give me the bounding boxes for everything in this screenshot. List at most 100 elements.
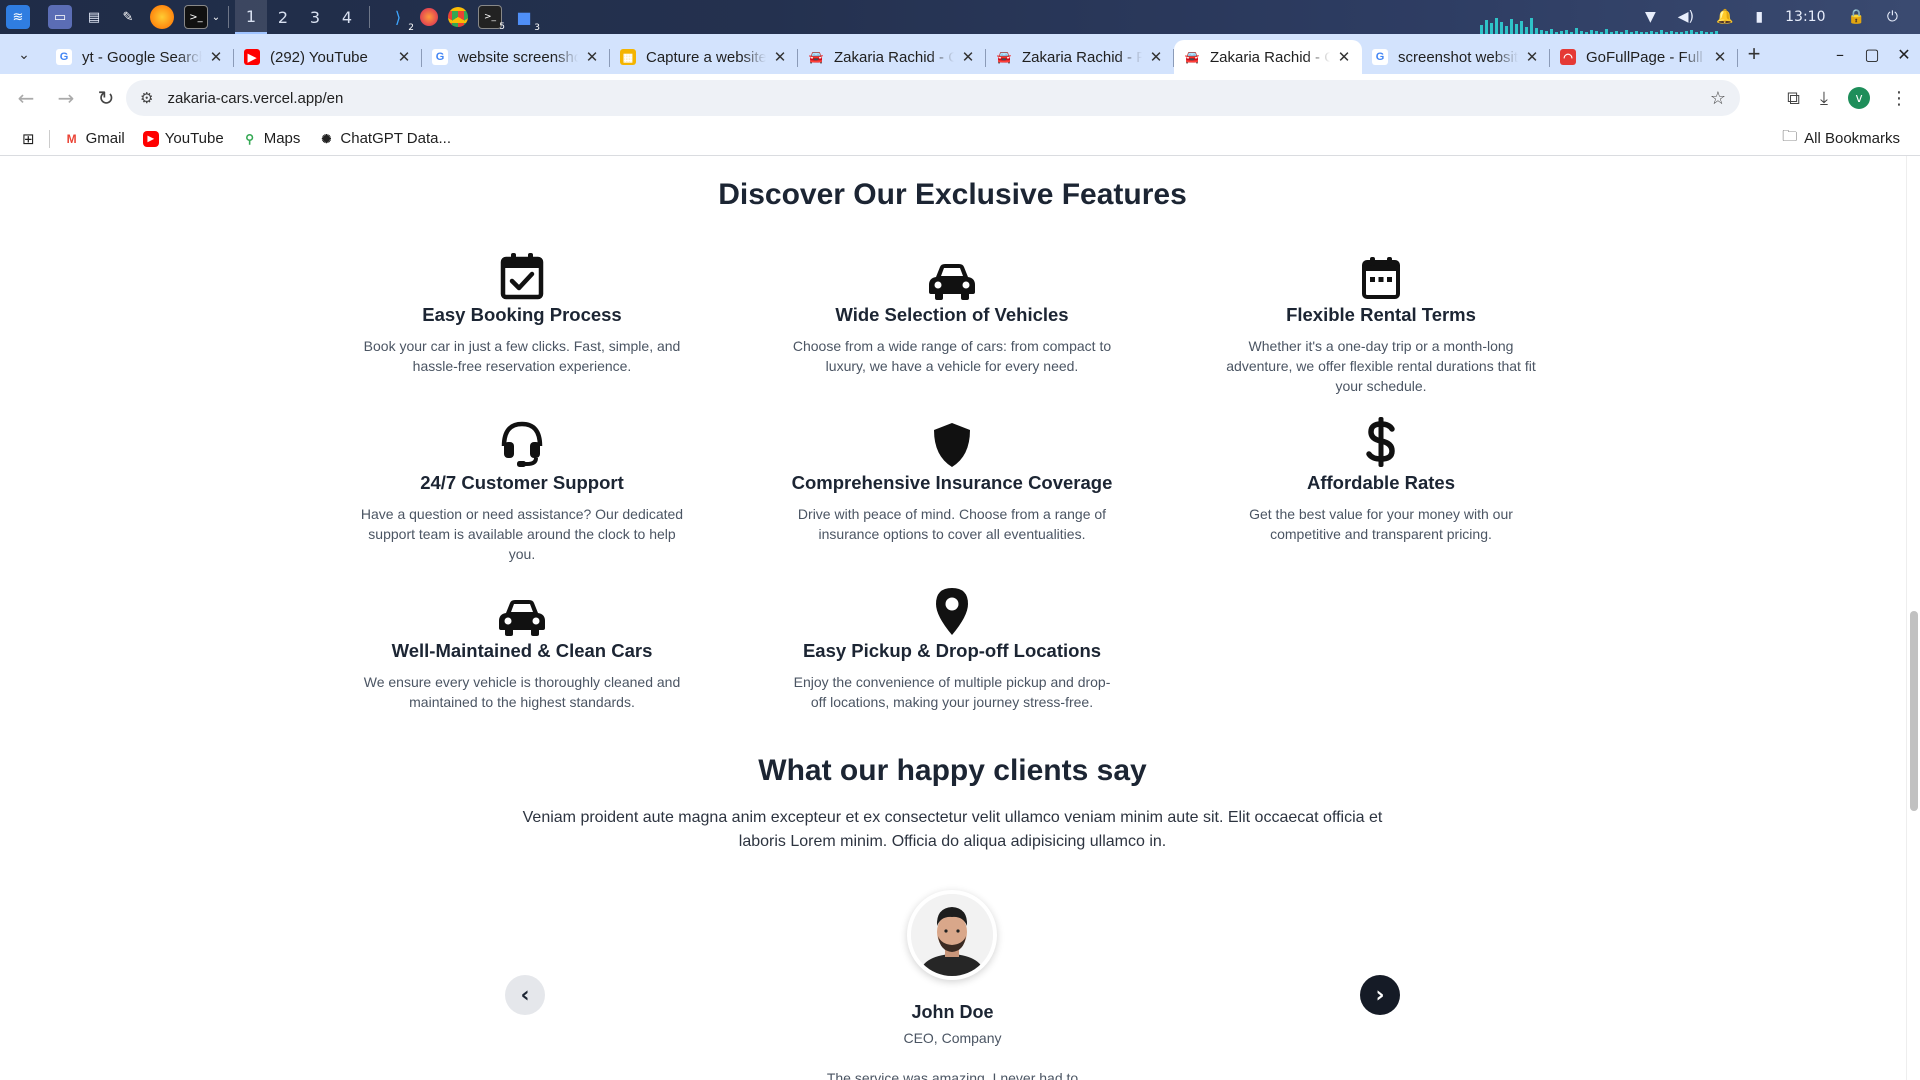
browser-tab[interactable]: ▶ (292) YouTube ✕	[234, 40, 422, 74]
os-taskbar: ≋ ▭ ▤ ✎ >_ ⌄ 1 2 3 4 ⟩ 2 >_ 5 ■ 3 ▼ ◀) 🔔 ▮ …	[0, 0, 1920, 34]
notification-bell-icon[interactable]: 🔔	[1716, 9, 1733, 25]
terminal-icon[interactable]: >_	[184, 5, 208, 29]
minimize-icon[interactable]: –	[1824, 45, 1856, 64]
bookmark-label: ChatGPT Data...	[340, 130, 451, 147]
browser-tab[interactable]: ◠ GoFullPage - Full Page ✕	[1550, 40, 1738, 74]
tab-search-button[interactable]: ⌄	[8, 38, 40, 70]
page-viewport: Discover Our Exclusive Features Easy Boo…	[0, 156, 1920, 1080]
close-tab-icon[interactable]: ✕	[208, 49, 224, 66]
map-pin-icon	[787, 584, 1117, 636]
bookmark-chatgpt[interactable]: ✺ ChatGPT Data...	[318, 130, 451, 147]
workspace-2[interactable]: 2	[267, 0, 299, 34]
extensions-icon[interactable]: ⧉	[1787, 88, 1800, 109]
firefox-icon[interactable]	[150, 5, 174, 29]
desktop-icon[interactable]: ▭	[48, 5, 72, 29]
bookmark-gmail[interactable]: M Gmail	[64, 130, 125, 147]
workspace-3[interactable]: 3	[299, 0, 331, 34]
graph-bar	[1500, 22, 1503, 34]
graph-bar	[1515, 24, 1518, 34]
menu-kebab-icon[interactable]: ⋮	[1890, 88, 1908, 109]
page-scrollbar[interactable]	[1906, 156, 1920, 1080]
close-tab-icon[interactable]: ✕	[960, 49, 976, 66]
workspace-1[interactable]: 1	[235, 0, 267, 34]
profile-avatar[interactable]: v	[1848, 87, 1870, 109]
tab-title: yt - Google Search	[82, 48, 202, 66]
feature-card: 24/7 Customer Support Have a question or…	[357, 416, 687, 564]
browser-tab[interactable]: 🚘 Zakaria Rachid - Car ✕	[1174, 40, 1362, 74]
battery-icon[interactable]: ▮	[1755, 9, 1763, 25]
system-tray: ▼ ◀) 🔔 ▮ 13:10 🔒 ⏻	[1645, 0, 1920, 34]
graph-bar	[1530, 18, 1533, 34]
calendar-icon	[1216, 248, 1546, 300]
car-icon: 🚘	[1184, 50, 1200, 64]
file-manager-icon[interactable]: ▤	[82, 5, 106, 29]
grid-app-icon: ▦	[620, 49, 636, 65]
download-icon[interactable]: ⤓	[1820, 88, 1828, 109]
car-icon: 🚘	[808, 50, 824, 64]
feature-title: 24/7 Customer Support	[420, 472, 624, 493]
feature-description: Have a question or need assistance? Our …	[360, 506, 684, 562]
tab-title: Zakaria Rachid - Car	[1210, 48, 1330, 66]
toolbar-actions: ⧉ ⤓ v ⋮	[1787, 80, 1908, 116]
browser-tab[interactable]: ▦ Capture a website ✕	[610, 40, 798, 74]
maximize-icon[interactable]: ▢	[1856, 45, 1888, 64]
browser-tab[interactable]: Gyt - Google Search ✕	[46, 40, 234, 74]
app-launcher-icon[interactable]: ≋	[6, 5, 30, 29]
maps-icon: ⚲	[245, 131, 255, 146]
vscode-icon[interactable]: ⟩ 2	[386, 5, 414, 34]
clock[interactable]: 13:10	[1785, 9, 1825, 25]
scrollbar-thumb[interactable]	[1910, 611, 1918, 811]
calendar-check-icon	[357, 248, 687, 300]
new-tab-button[interactable]: +	[1738, 38, 1770, 70]
browser-tab-strip: ⌄ Gyt - Google Search ✕ ▶ (292) YouTube ✕ Gwe…	[0, 34, 1920, 74]
all-bookmarks-button[interactable]: 🗀 All Bookmarks	[1782, 126, 1900, 151]
browser-tab[interactable]: Gscreenshot website ✕	[1362, 40, 1550, 74]
bookmark-label: Gmail	[85, 130, 125, 147]
close-tab-icon[interactable]: ✕	[1148, 49, 1164, 66]
close-tab-icon[interactable]: ✕	[772, 49, 788, 66]
graph-bar	[1485, 20, 1488, 34]
forward-button[interactable]: →	[48, 80, 84, 116]
power-icon[interactable]: ⏻	[1887, 9, 1898, 25]
bookmark-star-icon[interactable]: ☆	[1710, 88, 1726, 109]
feature-title: Flexible Rental Terms	[1286, 304, 1476, 325]
graph-bar	[1480, 25, 1483, 34]
close-tab-icon[interactable]: ✕	[584, 49, 600, 66]
chevron-down-icon[interactable]: ⌄	[210, 5, 222, 29]
bookmark-maps[interactable]: ⚲ Maps	[242, 130, 300, 147]
close-tab-icon[interactable]: ✕	[1712, 49, 1728, 66]
chrome-icon[interactable]	[448, 7, 468, 27]
bookmark-youtube[interactable]: ▶ YouTube	[142, 130, 224, 147]
firefox-window-icon[interactable]	[420, 8, 438, 26]
wifi-icon[interactable]: ▼	[1645, 9, 1656, 25]
bookmark-label: YouTube	[164, 130, 224, 147]
feature-title: Comprehensive Insurance Coverage	[791, 472, 1113, 493]
features-heading: Discover Our Exclusive Features	[718, 178, 1187, 211]
browser-tab[interactable]: 🚘 Zakaria Rachid - Premium ✕	[986, 40, 1174, 74]
text-editor-icon[interactable]: ✎	[116, 5, 140, 29]
site-info-icon[interactable]: ⚙	[140, 89, 153, 107]
close-tab-icon[interactable]: ✕	[1336, 49, 1352, 66]
address-bar[interactable]: ⚙ zakaria-cars.vercel.app/en ☆	[126, 80, 1740, 116]
folder-window-icon[interactable]: ■ 3	[512, 5, 540, 34]
apps-grid-icon[interactable]: ⊞	[22, 130, 35, 148]
close-window-icon[interactable]: ✕	[1888, 45, 1920, 64]
tab-title: Capture a website	[646, 48, 766, 66]
taskbar-divider	[369, 6, 370, 28]
terminal-window-icon[interactable]: >_ 5	[478, 5, 505, 32]
workspace-4[interactable]: 4	[331, 0, 363, 34]
back-button[interactable]: ←	[8, 80, 44, 116]
close-tab-icon[interactable]: ✕	[396, 49, 412, 66]
reload-button[interactable]: ↻	[88, 80, 124, 116]
browser-tab[interactable]: Gwebsite screenshot ✕	[422, 40, 610, 74]
url-text[interactable]: zakaria-cars.vercel.app/en	[167, 90, 343, 107]
lock-icon[interactable]: 🔒	[1847, 9, 1864, 25]
close-tab-icon[interactable]: ✕	[1524, 49, 1540, 66]
browser-tab[interactable]: 🚘 Zakaria Rachid - Car ✕	[798, 40, 986, 74]
tabs-container: Gyt - Google Search ✕ ▶ (292) YouTube ✕ Gwebs…	[46, 34, 1738, 74]
gmail-icon: M	[66, 131, 77, 146]
graph-bar	[1490, 23, 1493, 34]
all-bookmarks-label: All Bookmarks	[1804, 130, 1900, 147]
volume-icon[interactable]: ◀)	[1678, 9, 1694, 25]
gofullpage-icon: ◠	[1560, 49, 1576, 65]
